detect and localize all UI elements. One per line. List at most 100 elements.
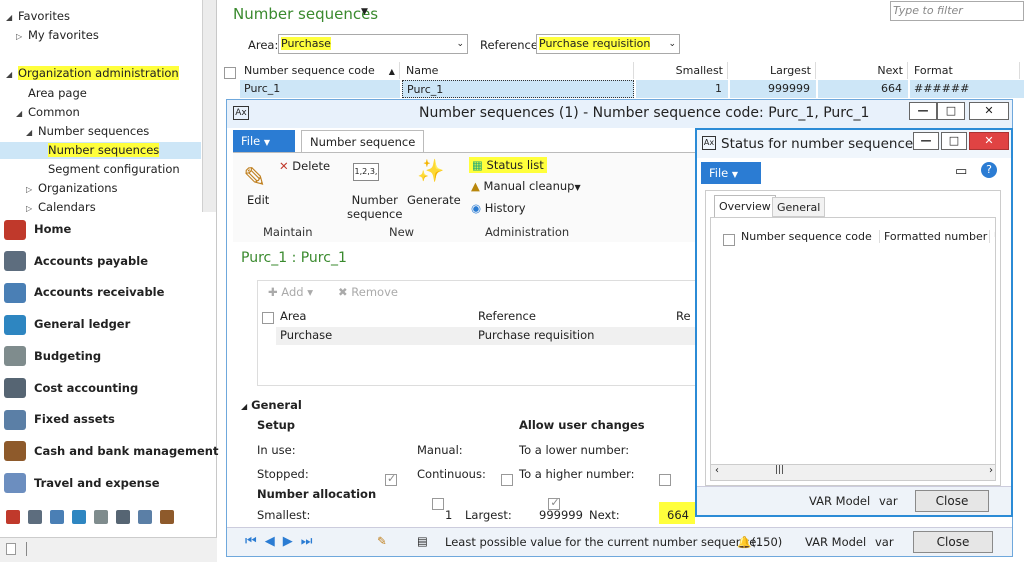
- maximize-button[interactable]: □: [941, 132, 967, 150]
- delete-button[interactable]: ✕ Delete: [279, 159, 330, 173]
- status-list-button[interactable]: ▦ Status list: [469, 157, 547, 173]
- general-section-header[interactable]: ◢ General: [241, 398, 302, 412]
- col-header-name[interactable]: Name: [402, 62, 634, 79]
- tree-item[interactable]: Number sequences: [0, 142, 201, 159]
- close-button[interactable]: Close: [915, 490, 989, 512]
- document-icon[interactable]: ▤: [417, 534, 428, 548]
- col-header-format[interactable]: Format: [910, 62, 1020, 79]
- tree-item[interactable]: ◢ Organization administration: [6, 65, 179, 82]
- generate-button[interactable]: Generate: [407, 193, 461, 207]
- module-shortcut-icon[interactable]: [6, 510, 20, 524]
- tree-item[interactable]: ▷ My favorites: [16, 27, 99, 44]
- next-value[interactable]: 664: [659, 502, 695, 524]
- tree-item[interactable]: ▷ Organizations: [26, 180, 118, 197]
- dialog-titlebar[interactable]: Ax Number sequences (1) - Number sequenc…: [227, 100, 1012, 128]
- col-header-code[interactable]: Number sequence code: [741, 230, 872, 243]
- col-header-area[interactable]: Area: [280, 309, 306, 323]
- maximize-button[interactable]: □: [937, 102, 965, 120]
- minimize-button[interactable]: —: [909, 102, 937, 120]
- tree-scrollbar[interactable]: [202, 0, 216, 212]
- col-header-largest[interactable]: Largest: [730, 62, 816, 79]
- view-icon[interactable]: ▭: [955, 164, 967, 179]
- module-item[interactable]: General ledger: [4, 309, 130, 339]
- module-item[interactable]: Travel and expense: [4, 468, 160, 498]
- manual-cleanup-button[interactable]: ▲ Manual cleanup▼: [471, 179, 581, 193]
- tree-item[interactable]: ◢ Favorites: [6, 8, 70, 25]
- module-item[interactable]: Accounts receivable: [4, 277, 164, 307]
- close-window-button[interactable]: ✕: [969, 102, 1009, 120]
- cell-name[interactable]: Purc_1: [402, 80, 634, 98]
- minimize-button[interactable]: —: [913, 132, 939, 150]
- tree-expander-icon[interactable]: ▷: [26, 200, 38, 212]
- col-header-re[interactable]: Re: [676, 309, 691, 323]
- manual-checkbox[interactable]: [500, 473, 513, 486]
- col-header-next[interactable]: Next: [818, 62, 908, 79]
- filter-input[interactable]: Type to filter: [890, 1, 1024, 21]
- col-header-code[interactable]: Number sequence code ▲: [240, 62, 400, 79]
- module-item[interactable]: Accounts payable: [4, 246, 148, 276]
- tab-overview[interactable]: Overview: [714, 195, 776, 217]
- select-all-checkbox[interactable]: [262, 311, 274, 324]
- record-navigation[interactable]: ⏮◀▶⏭: [245, 534, 320, 549]
- col-header-reference[interactable]: Reference: [478, 309, 536, 323]
- module-item[interactable]: Home: [4, 214, 71, 244]
- tree-item[interactable]: ◢ Common: [16, 104, 80, 121]
- cell-code[interactable]: Purc_1: [240, 80, 400, 98]
- module-item[interactable]: Cash and bank management: [4, 436, 218, 466]
- tree-expander-icon[interactable]: ▷: [26, 181, 38, 198]
- tree-item[interactable]: Area page: [16, 85, 87, 102]
- col-header-u[interactable]: U: [989, 230, 995, 243]
- tree-item[interactable]: ▷ Calendars: [26, 199, 96, 212]
- module-shortcut-icon[interactable]: [116, 510, 130, 524]
- module-item[interactable]: Fixed assets: [4, 404, 115, 434]
- tree-item[interactable]: ◢ Number sequences: [26, 123, 149, 140]
- help-icon[interactable]: ?: [981, 162, 997, 178]
- tree-expander-icon[interactable]: ◢: [6, 9, 18, 26]
- tree-expander-icon[interactable]: ◢: [16, 105, 28, 122]
- tree-expander-icon[interactable]: ◢: [26, 124, 38, 141]
- tree-item[interactable]: Segment configuration: [36, 161, 180, 178]
- col-header-smallest[interactable]: Smallest: [636, 62, 728, 79]
- tab-number-sequence[interactable]: Number sequence: [301, 130, 425, 152]
- stopped-checkbox[interactable]: [432, 497, 445, 510]
- in-use-checkbox[interactable]: [385, 472, 397, 486]
- module-shortcut-icon[interactable]: [28, 510, 42, 524]
- horizontal-scrollbar[interactable]: ‹ ||| ›: [711, 464, 995, 480]
- smallest-value[interactable]: 1: [445, 508, 452, 522]
- module-shortcut-icon[interactable]: [94, 510, 108, 524]
- module-shortcut-icon[interactable]: [138, 510, 152, 524]
- close-window-button[interactable]: ✕: [969, 132, 1009, 150]
- table-row[interactable]: Purchase Purchase requisition: [276, 327, 696, 345]
- cell-largest[interactable]: 999999: [730, 80, 816, 98]
- tree-expander-icon[interactable]: ◢: [6, 66, 18, 83]
- file-tab[interactable]: File ▼: [701, 162, 761, 184]
- cell-next[interactable]: 664: [818, 80, 908, 98]
- col-header-formatted-number[interactable]: Formatted number: [879, 230, 987, 243]
- module-shortcut-icon[interactable]: [72, 510, 86, 524]
- file-tab[interactable]: File ▼: [233, 130, 295, 152]
- tree-expander-icon[interactable]: ▷: [16, 28, 28, 45]
- tab-general[interactable]: General: [772, 197, 826, 217]
- alerts-indicator[interactable]: 🔔(150): [737, 535, 782, 549]
- reference-select[interactable]: Purchase requisition ⌄: [536, 34, 680, 54]
- edit-button[interactable]: Edit: [247, 193, 269, 207]
- history-button[interactable]: ◉ History: [471, 201, 526, 215]
- status-dialog-titlebar[interactable]: Ax Status for number sequence... — □ ✕: [697, 130, 1011, 158]
- largest-value[interactable]: 999999: [539, 508, 583, 522]
- page-title[interactable]: Number sequences: [233, 5, 378, 23]
- cell-smallest[interactable]: 1: [636, 80, 728, 98]
- module-item[interactable]: Budgeting: [4, 341, 101, 371]
- number-sequence-button[interactable]: Number sequence: [347, 193, 402, 221]
- close-button[interactable]: Close: [913, 531, 993, 553]
- remove-button[interactable]: ✖ Remove: [338, 285, 398, 299]
- module-shortcut-icon[interactable]: [160, 510, 174, 524]
- cell-format[interactable]: ######: [910, 80, 1024, 98]
- pencil-icon[interactable]: ✎: [377, 534, 387, 548]
- module-shortcut-icon[interactable]: [50, 510, 64, 524]
- module-icon-strip[interactable]: [6, 510, 211, 526]
- module-item[interactable]: Cost accounting: [4, 373, 138, 403]
- select-all-checkbox[interactable]: [723, 233, 735, 246]
- add-button[interactable]: ✚ Add ▾: [268, 285, 313, 299]
- to-lower-checkbox[interactable]: [658, 473, 671, 486]
- area-select[interactable]: Purchase ⌄: [278, 34, 468, 54]
